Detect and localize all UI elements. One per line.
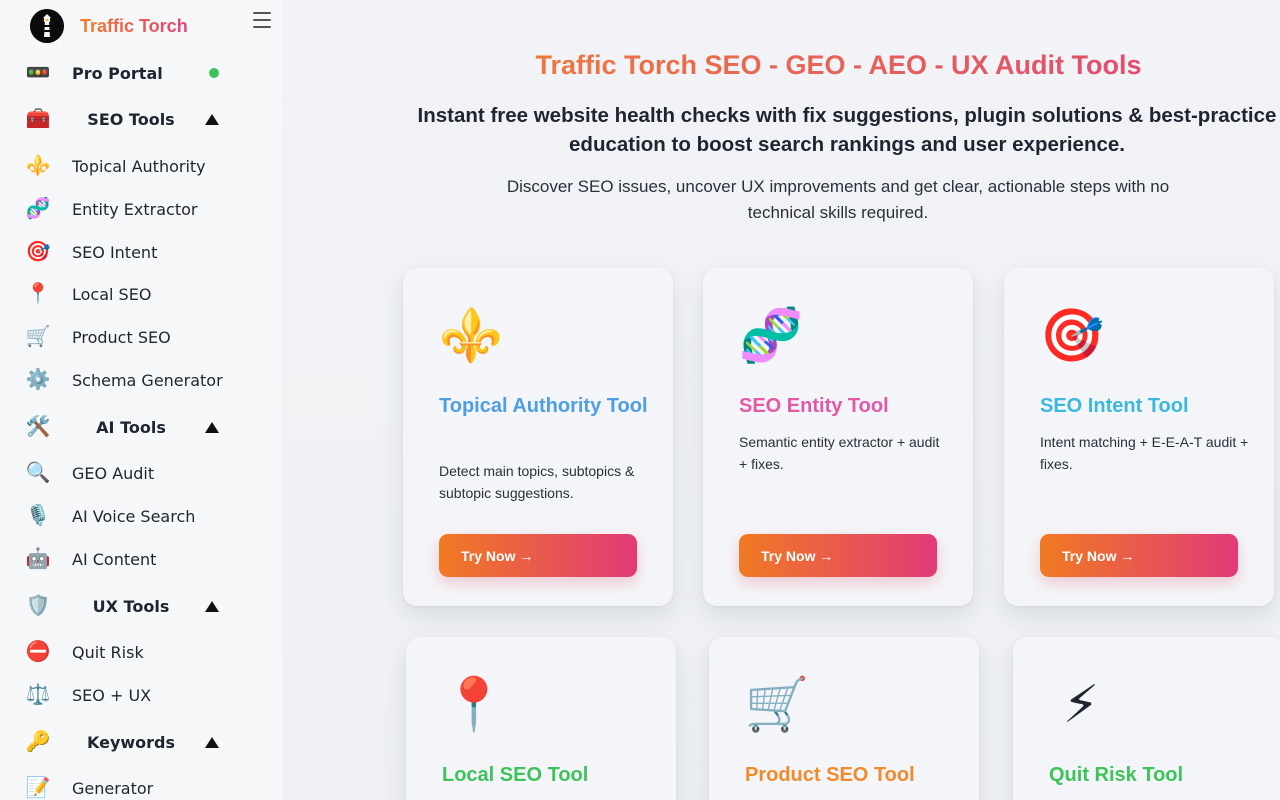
main-content: Traffic Torch SEO - GEO - AEO - UX Audit… xyxy=(282,0,1280,800)
sidebar-item-label: Entity Extractor xyxy=(72,199,198,219)
collapse-caret-icon[interactable] xyxy=(205,600,219,612)
no-entry-icon: ⛔ xyxy=(25,641,51,663)
microphone-icon: 🎙️ xyxy=(25,505,51,527)
robot-icon: 🤖 xyxy=(25,548,51,570)
sidebar-item-seo-tools[interactable]: 🧰 SEO Tools xyxy=(0,99,282,139)
collapse-caret-icon[interactable] xyxy=(205,421,219,433)
try-now-button[interactable]: Try Now → xyxy=(739,534,937,577)
sidebar-item-seo-ux[interactable]: ⚖️ SEO + UX xyxy=(0,675,282,715)
card-title: SEO Intent Tool xyxy=(1040,395,1189,417)
sidebar-item-label: GEO Audit xyxy=(72,463,155,483)
page-description: Discover SEO issues, uncover UX improvem… xyxy=(506,177,1170,222)
card-title: Local SEO Tool xyxy=(442,764,589,786)
card-description: Intent matching + E-E-A-T audit + fixes. xyxy=(1040,434,1249,472)
target-icon: 🎯 xyxy=(25,241,51,263)
fleur-de-lis-icon: ⚜️ xyxy=(25,155,51,177)
sidebar-item-label: Topical Authority xyxy=(72,156,206,176)
sidebar-item-ux-tools[interactable]: 🛡️ UX Tools xyxy=(0,586,282,626)
sidebar-item-topical-authority[interactable]: ⚜️ Topical Authority xyxy=(0,146,282,186)
sidebar-item-label: SEO Intent xyxy=(72,242,158,262)
sidebar-item-entity-extractor[interactable]: 🧬 Entity Extractor xyxy=(0,189,282,229)
tool-card-seo-intent-tool[interactable]: 🎯 SEO Intent Tool Intent matching + E-E-A-… xyxy=(1004,268,1274,606)
card-title: Product SEO Tool xyxy=(745,764,915,786)
target-icon: 🎯 xyxy=(1039,307,1105,365)
page-subtitle: Instant free website health checks with … xyxy=(417,104,1277,156)
traffic-light-icon: 🚥 xyxy=(25,62,51,84)
sidebar-item-generator[interactable]: 📝 Generator xyxy=(0,768,282,800)
pin-icon: 📍 xyxy=(25,283,51,305)
tool-card-product-seo-tool[interactable]: 🛒 Product SEO Tool xyxy=(709,637,979,800)
lighthouse-logo-icon xyxy=(30,9,64,43)
sidebar-item-label: Generator xyxy=(72,778,154,798)
sidebar-item-ai-tools[interactable]: 🛠️ AI Tools xyxy=(0,407,282,447)
sidebar-item-local-seo[interactable]: 📍 Local SEO xyxy=(0,274,282,314)
page-title: Traffic Torch SEO - GEO - AEO - UX Audit… xyxy=(282,50,1280,81)
sidebar-item-label: AI Voice Search xyxy=(72,506,196,526)
scales-icon: ⚖️ xyxy=(25,684,51,706)
try-now-button[interactable]: Try Now → xyxy=(1040,534,1238,577)
card-title: Quit Risk Tool xyxy=(1049,764,1184,786)
sidebar-item-label: Local SEO xyxy=(72,284,152,304)
card-description: Detect main topics, subtopics & subtopic… xyxy=(439,463,635,501)
fleur-de-lis-icon: ⚜️ xyxy=(438,307,504,365)
cart-icon: 🛒 xyxy=(25,326,51,348)
collapse-caret-icon[interactable] xyxy=(205,113,219,125)
gear-icon: ⚙️ xyxy=(25,369,51,391)
sidebar-item-label: AI Content xyxy=(72,549,157,569)
card-title: SEO Entity Tool xyxy=(739,395,889,417)
sidebar-item-label: SEO + UX xyxy=(72,685,152,705)
sidebar: Traffic Torch 🚥 Pro Portal 🧰 SEO Tools ⚜️ Top… xyxy=(0,0,282,800)
lightning-icon: ⚡ xyxy=(1062,676,1100,734)
shopping-cart-icon: 🛒 xyxy=(744,676,810,734)
dna-icon: 🧬 xyxy=(25,198,51,220)
sidebar-item-seo-intent[interactable]: 🎯 SEO Intent xyxy=(0,232,282,272)
sidebar-item-geo-audit[interactable]: 🔍 GEO Audit xyxy=(0,453,282,493)
sidebar-item-label: UX Tools xyxy=(92,596,170,616)
sidebar-item-label: AI Tools xyxy=(96,417,166,437)
tool-card-topical-authority-tool[interactable]: ⚜️ Topical Authority Tool Detect main topi… xyxy=(403,268,673,606)
dna-icon: 🧬 xyxy=(738,307,804,365)
sidebar-item-product-seo[interactable]: 🛒 Product SEO xyxy=(0,317,282,357)
sidebar-item-label: Schema Generator xyxy=(72,370,223,390)
sidebar-item-keywords[interactable]: 🔑 Keywords xyxy=(0,722,282,762)
online-status-dot xyxy=(209,68,219,78)
memo-icon: 📝 xyxy=(25,777,51,799)
brand-name: Traffic Torch xyxy=(80,15,188,36)
sidebar-item-label: Quit Risk xyxy=(72,642,144,662)
sidebar-item-label: SEO Tools xyxy=(87,109,175,129)
sidebar-item-ai-voice-search[interactable]: 🎙️ AI Voice Search xyxy=(0,496,282,536)
pushpin-icon: 📍 xyxy=(441,676,507,734)
sidebar-item-quit-risk[interactable]: ⛔ Quit Risk xyxy=(0,632,282,672)
menu-toggle-icon[interactable] xyxy=(253,12,271,28)
tool-card-quit-risk-tool[interactable]: ⚡ Quit Risk Tool xyxy=(1013,637,1280,800)
sidebar-item-label: Product SEO xyxy=(72,327,171,347)
tool-card-local-seo-tool[interactable]: 📍 Local SEO Tool xyxy=(406,637,676,800)
card-title: Topical Authority Tool xyxy=(439,395,648,417)
sidebar-item-label: Pro Portal xyxy=(72,63,163,83)
brand[interactable]: Traffic Torch xyxy=(30,8,188,44)
sidebar-item-label: Keywords xyxy=(86,732,176,752)
sidebar-item-pro-portal[interactable]: 🚥 Pro Portal xyxy=(0,53,282,93)
sidebar-item-ai-content[interactable]: 🤖 AI Content xyxy=(0,539,282,579)
try-now-button[interactable]: Try Now → xyxy=(439,534,637,577)
collapse-caret-icon[interactable] xyxy=(205,736,219,748)
sidebar-item-schema-generator[interactable]: ⚙️ Schema Generator xyxy=(0,360,282,400)
magnifier-icon: 🔍 xyxy=(25,462,51,484)
tool-card-seo-entity-tool[interactable]: 🧬 SEO Entity Tool Semantic entity extracto… xyxy=(703,268,973,606)
card-description: Semantic entity extractor + audit + fixe… xyxy=(739,434,940,472)
